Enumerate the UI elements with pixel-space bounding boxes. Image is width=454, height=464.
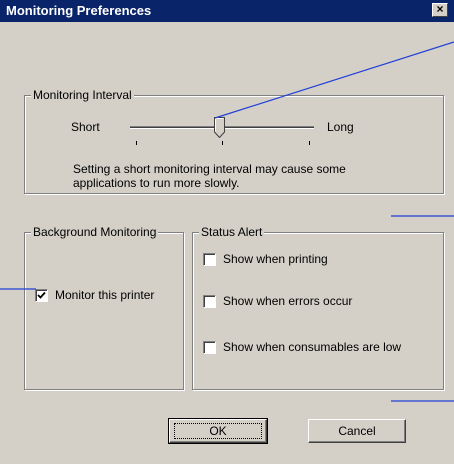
status-alert-label: Status Alert: [199, 225, 265, 239]
dialog-title: Monitoring Preferences: [6, 3, 152, 18]
background-monitoring-group: Background Monitoring: [24, 225, 184, 390]
cancel-button[interactable]: Cancel: [308, 419, 406, 443]
close-icon: ×: [436, 2, 444, 16]
monitoring-preferences-dialog: Monitoring Preferences × Monitoring Inte…: [0, 0, 454, 464]
cancel-button-label: Cancel: [338, 424, 376, 438]
show-when-printing-label: Show when printing: [223, 252, 328, 266]
slider-tick-max: [309, 141, 310, 145]
title-bar: Monitoring Preferences ×: [0, 0, 454, 22]
monitor-printer-label: Monitor this printer: [55, 288, 155, 302]
show-when-consumables-low-label: Show when consumables are low: [223, 340, 402, 354]
slider-tick-mid: [222, 141, 223, 145]
interval-warning-text: Setting a short monitoring interval may …: [73, 162, 346, 190]
checkmark-icon: [37, 291, 46, 299]
slider-thumb-icon[interactable]: [213, 117, 225, 138]
monitor-printer-checkbox[interactable]: [35, 289, 48, 302]
show-when-consumables-low-checkbox[interactable]: [203, 341, 216, 354]
ok-button-label: OK: [209, 424, 227, 438]
slider-long-label: Long: [327, 120, 354, 134]
slider-short-label: Short: [71, 120, 100, 134]
slider-tick-min: [136, 141, 137, 145]
show-when-errors-checkbox[interactable]: [203, 295, 216, 308]
background-monitoring-label: Background Monitoring: [31, 225, 159, 239]
show-when-printing-checkbox[interactable]: [203, 253, 216, 266]
show-when-errors-label: Show when errors occur: [223, 294, 353, 308]
ok-button[interactable]: OK: [168, 418, 268, 444]
monitoring-interval-label: Monitoring Interval: [31, 88, 134, 102]
close-button[interactable]: ×: [432, 3, 448, 17]
